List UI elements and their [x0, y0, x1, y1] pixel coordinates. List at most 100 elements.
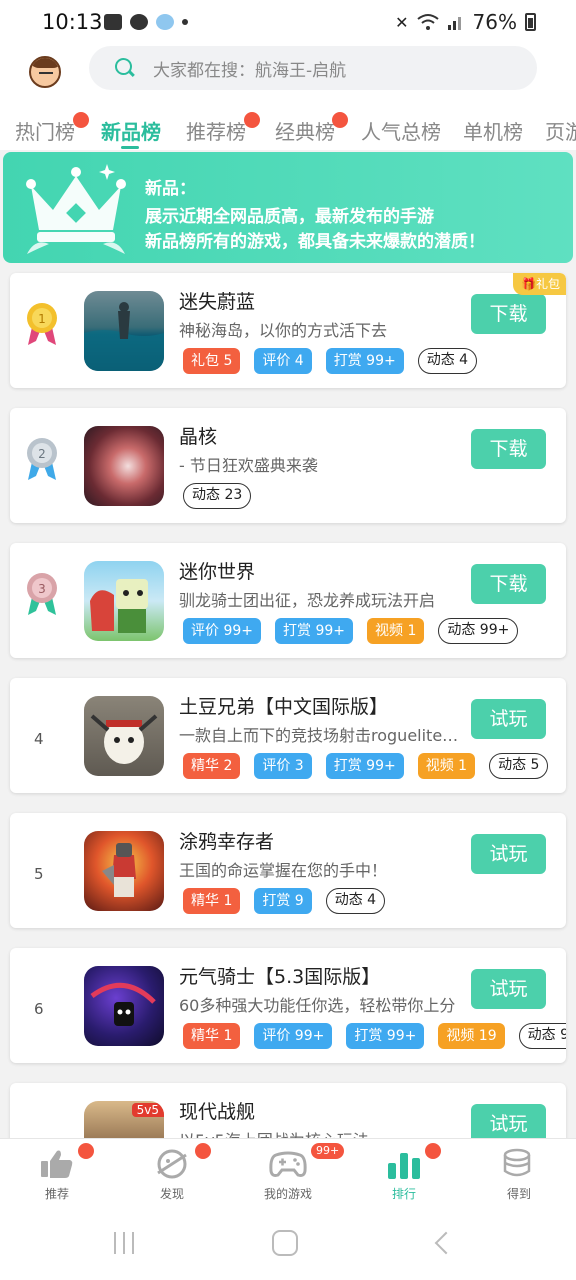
tag-activity[interactable]: 动态 23	[183, 483, 252, 509]
status-right: ✕ 76%	[395, 10, 536, 34]
tag-activity[interactable]: 动态 9	[518, 1023, 566, 1049]
tag-featured[interactable]: 精华 1	[183, 1023, 241, 1049]
planet-icon	[157, 1149, 187, 1179]
game-tags: 精华 1 评价 99+ 打赏 99+ 视频 19 动态 9	[183, 1023, 566, 1049]
trial-button[interactable]: 试玩	[471, 834, 546, 874]
tab-recommend[interactable]: 推荐榜	[186, 116, 246, 145]
wifi-icon	[416, 14, 439, 30]
status-time: 10:13	[42, 10, 103, 34]
crown-icon	[26, 164, 126, 254]
more-notifications-icon	[182, 19, 188, 25]
banner-line-1: 展示近期全网品质高，最新发布的手游	[145, 207, 434, 227]
nav-ranking-dot	[425, 1143, 441, 1159]
svg-text:2: 2	[38, 447, 46, 461]
tab-classic-dot	[332, 112, 348, 128]
tag-activity[interactable]: 动态 4	[325, 888, 386, 914]
home-icon[interactable]	[272, 1230, 298, 1256]
nav-recommend-dot	[78, 1143, 94, 1159]
nav-label: 得到	[506, 1187, 531, 1201]
tab-recommend-dot	[244, 112, 260, 128]
tag-featured[interactable]: 精华 1	[183, 888, 241, 914]
bottom-nav: 推荐 发现 我的游戏 99+ 排行 得到	[0, 1138, 576, 1208]
game-card-2[interactable]: 2 晶核 - 节日狂欢盛典来袭 动态 23 下载	[10, 408, 566, 523]
tag-tip[interactable]: 打赏 99+	[325, 348, 404, 374]
back-icon[interactable]	[434, 1231, 458, 1255]
game-name: 涂鸦幸存者	[179, 831, 275, 853]
user-avatar[interactable]	[29, 56, 61, 88]
game-name: 元气骑士【5.3国际版】	[179, 966, 381, 988]
game-desc: - 节日狂欢盛典来袭	[179, 456, 318, 475]
game-name: 迷你世界	[179, 561, 256, 583]
gift-icon: 🎁	[521, 277, 536, 291]
trial-button[interactable]: 试玩	[471, 699, 546, 739]
rank-tabs: 热门榜 新品榜 推荐榜 经典榜 人气总榜 单机榜 页游	[0, 108, 576, 150]
ranking-icon	[388, 1153, 420, 1179]
game-tags: 动态 23	[183, 483, 252, 509]
tab-active-indicator	[121, 146, 139, 149]
trial-button[interactable]: 试玩	[471, 969, 546, 1009]
silver-medal-icon: 2	[27, 438, 57, 480]
search-placeholder: 大家都在搜：航海王-启航	[153, 60, 347, 81]
nav-label: 排行	[391, 1187, 416, 1201]
game-card-6[interactable]: 6 元气骑士【5.3国际版】 60多种强大功能任你选，轻松带你上分 精华 1 评…	[10, 948, 566, 1063]
game-tags: 评价 99+ 打赏 99+ 视频 1 动态 99+	[183, 618, 519, 644]
game-desc: 驯龙骑士团出征，恐龙养成玩法开启	[179, 591, 436, 610]
game-card-4[interactable]: 4 土豆兄弟【中文国际版】 一款自上而下的竞技场射击roguelite游戏 精华…	[10, 678, 566, 793]
search-bar[interactable]: 大家都在搜：航海王-启航	[89, 46, 537, 90]
search-icon	[113, 56, 137, 80]
nav-ranking[interactable]: 排行	[359, 1143, 449, 1202]
coins-icon	[503, 1148, 531, 1177]
recent-apps-icon[interactable]	[112, 1232, 136, 1254]
tag-activity[interactable]: 动态 4	[417, 348, 478, 374]
gamepad-icon	[269, 1151, 307, 1177]
nav-recommend[interactable]: 推荐	[12, 1143, 102, 1202]
tag-review[interactable]: 评价 4	[254, 348, 312, 374]
tab-hot[interactable]: 热门榜	[15, 116, 75, 145]
tag-review[interactable]: 评价 99+	[254, 1023, 333, 1049]
game-tags: 精华 1 打赏 9 动态 4	[183, 888, 386, 914]
tag-review[interactable]: 评价 99+	[183, 618, 261, 644]
tab-classic[interactable]: 经典榜	[275, 116, 335, 145]
game-name: 迷失蔚蓝	[179, 291, 256, 313]
game-tags: 精华 2 评价 3 打赏 99+ 视频 1 动态 5	[183, 753, 549, 779]
gallery-icon	[104, 14, 122, 30]
nav-my-games-badge: 99+	[311, 1143, 345, 1159]
nav-my-games[interactable]: 我的游戏 99+	[243, 1143, 345, 1202]
download-button[interactable]: 下载	[471, 429, 546, 469]
nav-discover[interactable]: 发现	[127, 1143, 217, 1202]
tag-activity[interactable]: 动态 99+	[438, 618, 519, 644]
game-icon-2	[84, 426, 164, 506]
notification-icons	[104, 14, 188, 30]
game-card-3[interactable]: 3 迷你世界 驯龙骑士团出征，恐龙养成玩法开启 评价 99+ 打赏 99+ 视频…	[10, 543, 566, 658]
nav-label: 发现	[159, 1187, 184, 1201]
tab-popular[interactable]: 人气总榜	[361, 116, 441, 145]
nav-earn[interactable]: 得到	[474, 1147, 564, 1202]
nav-label: 我的游戏	[263, 1187, 312, 1201]
game-card-5[interactable]: 5 涂鸦幸存者 王国的命运掌握在您的手中！ 精华 1 打赏 9 动态 4 试玩	[10, 813, 566, 928]
game-icon-1	[84, 291, 164, 371]
tag-tip[interactable]: 打赏 99+	[275, 618, 353, 644]
rank-number: 4	[34, 730, 44, 748]
tag-video[interactable]: 视频 1	[417, 753, 476, 779]
tag-video[interactable]: 视频 1	[367, 618, 425, 644]
rank-number: 5	[34, 865, 44, 883]
tag-review[interactable]: 评价 3	[254, 753, 312, 779]
tag-featured[interactable]: 精华 2	[183, 753, 241, 779]
tab-single[interactable]: 单机榜	[463, 116, 523, 145]
battery-icon	[525, 13, 536, 31]
tag-tip[interactable]: 打赏 9	[254, 888, 312, 914]
tag-video[interactable]: 视频 19	[438, 1023, 505, 1049]
download-button[interactable]: 下载	[471, 294, 546, 334]
tag-tip[interactable]: 打赏 99+	[346, 1023, 425, 1049]
tag-tip[interactable]: 打赏 99+	[325, 753, 404, 779]
game-card-1[interactable]: 1 迷失蔚蓝 神秘海岛，以你的方式活下去 礼包 5 评价 4 打赏 99+ 动态…	[10, 273, 566, 388]
tag-gift[interactable]: 礼包 5	[183, 348, 241, 374]
game-desc: 王国的命运掌握在您的手中！	[179, 861, 388, 880]
tag-activity[interactable]: 动态 5	[489, 753, 549, 779]
download-button[interactable]: 下载	[471, 564, 546, 604]
game-name: 土豆兄弟【中文国际版】	[179, 696, 389, 718]
header: 大家都在搜：航海王-启航 热门榜 新品榜 推荐榜 经典榜 人气总榜 单机榜 页游	[0, 44, 576, 150]
tab-new[interactable]: 新品榜	[101, 116, 161, 145]
tab-webgame[interactable]: 页游	[545, 116, 576, 145]
game-icon-3	[84, 561, 164, 641]
